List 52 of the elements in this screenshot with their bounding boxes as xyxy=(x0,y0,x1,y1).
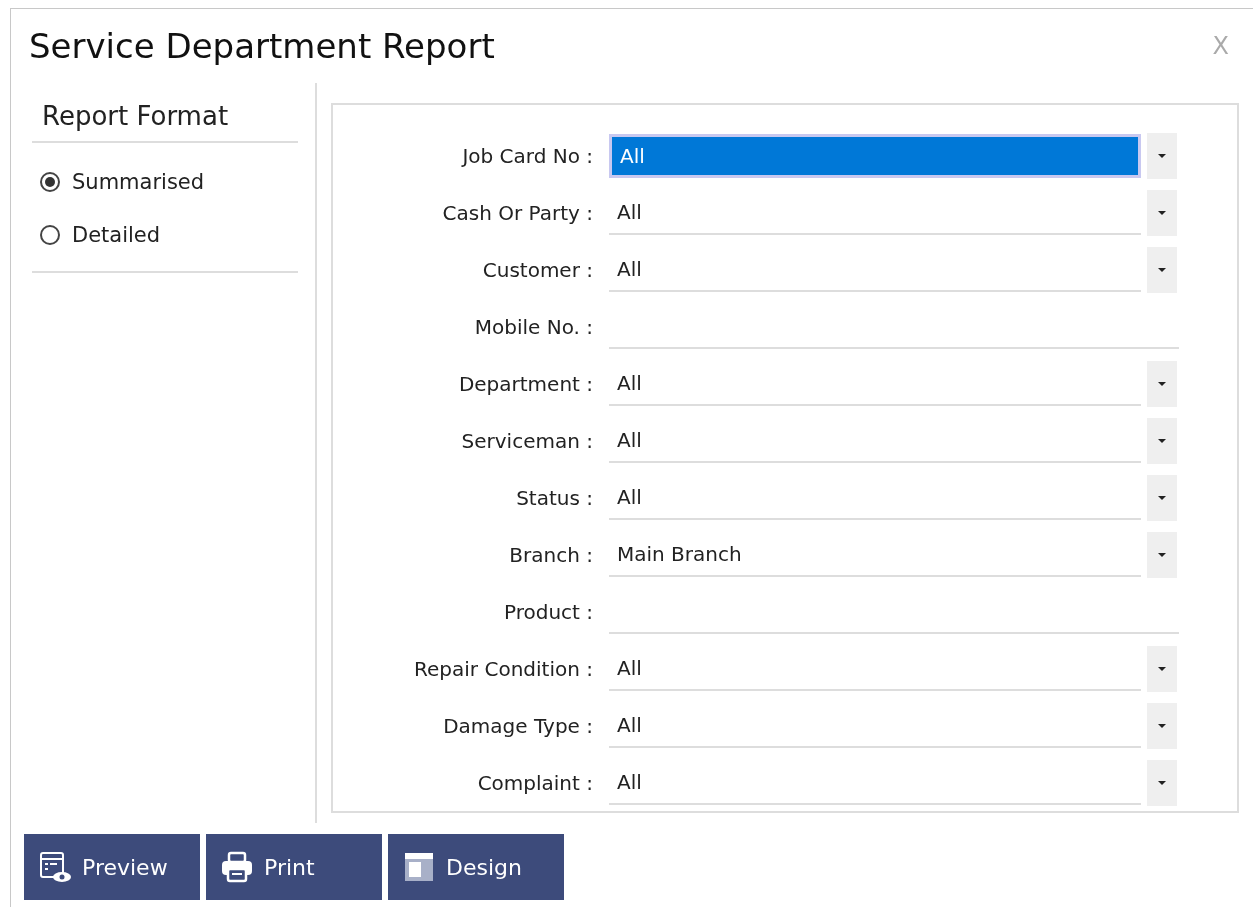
field-label: Customer : xyxy=(481,257,594,282)
field-label: Serviceman : xyxy=(460,428,594,453)
field-label: Complaint : xyxy=(476,770,594,795)
dropdown-button[interactable] xyxy=(1147,531,1177,578)
dropdown-button[interactable] xyxy=(1147,189,1177,236)
field-label: Job Card No : xyxy=(460,143,594,168)
dropdown-field[interactable]: All xyxy=(609,760,1141,805)
field-label: Repair Condition : xyxy=(413,656,594,681)
dropdown-button[interactable] xyxy=(1147,474,1177,521)
dropdown-button[interactable] xyxy=(1147,759,1177,806)
dropdown-button[interactable] xyxy=(1147,246,1177,293)
dropdown-button[interactable] xyxy=(1147,132,1177,179)
caret-icon xyxy=(1157,380,1167,387)
dropdown-field[interactable]: All xyxy=(609,646,1141,691)
printer-icon xyxy=(220,850,254,884)
caret-icon xyxy=(1157,665,1167,672)
dropdown-field[interactable]: All xyxy=(609,361,1141,406)
field-label: Branch : xyxy=(508,542,594,567)
dropdown-field[interactable]: All xyxy=(609,133,1141,178)
dropdown-button[interactable] xyxy=(1147,702,1177,749)
caret-icon xyxy=(1157,779,1167,786)
dropdown-field[interactable]: All xyxy=(609,247,1141,292)
preview-button[interactable]: Preview xyxy=(24,834,200,900)
section-title: Report Format xyxy=(32,101,298,143)
print-button[interactable]: Print xyxy=(206,834,382,900)
caret-icon xyxy=(1157,152,1167,159)
dropdown-button[interactable] xyxy=(1147,360,1177,407)
field-label: Mobile No. : xyxy=(473,314,594,339)
caret-icon xyxy=(1157,437,1167,444)
dropdown-field[interactable]: All xyxy=(609,703,1141,748)
dropdown-button[interactable] xyxy=(1147,417,1177,464)
layout-icon xyxy=(402,850,436,884)
dropdown-button[interactable] xyxy=(1147,645,1177,692)
dropdown-field[interactable]: Main Branch xyxy=(609,532,1141,577)
field-label: Department : xyxy=(457,371,594,396)
radio-option[interactable]: Summarised xyxy=(40,155,298,208)
caret-icon xyxy=(1157,551,1167,558)
report-eye-icon xyxy=(38,850,72,884)
caret-icon xyxy=(1157,722,1167,729)
caret-icon xyxy=(1157,209,1167,216)
design-button[interactable]: Design xyxy=(388,834,564,900)
field-label: Damage Type : xyxy=(442,713,594,738)
caret-icon xyxy=(1157,266,1167,273)
window-title: Service Department Report xyxy=(29,26,495,66)
dropdown-field[interactable]: All xyxy=(609,418,1141,463)
field-label: Cash Or Party : xyxy=(441,200,594,225)
dropdown-field[interactable]: All xyxy=(609,190,1141,235)
radio-option[interactable]: Detailed xyxy=(40,208,298,261)
field-label: Status : xyxy=(515,485,594,510)
caret-icon xyxy=(1157,494,1167,501)
dropdown-field[interactable]: All xyxy=(609,475,1141,520)
field-label: Product : xyxy=(502,599,594,624)
